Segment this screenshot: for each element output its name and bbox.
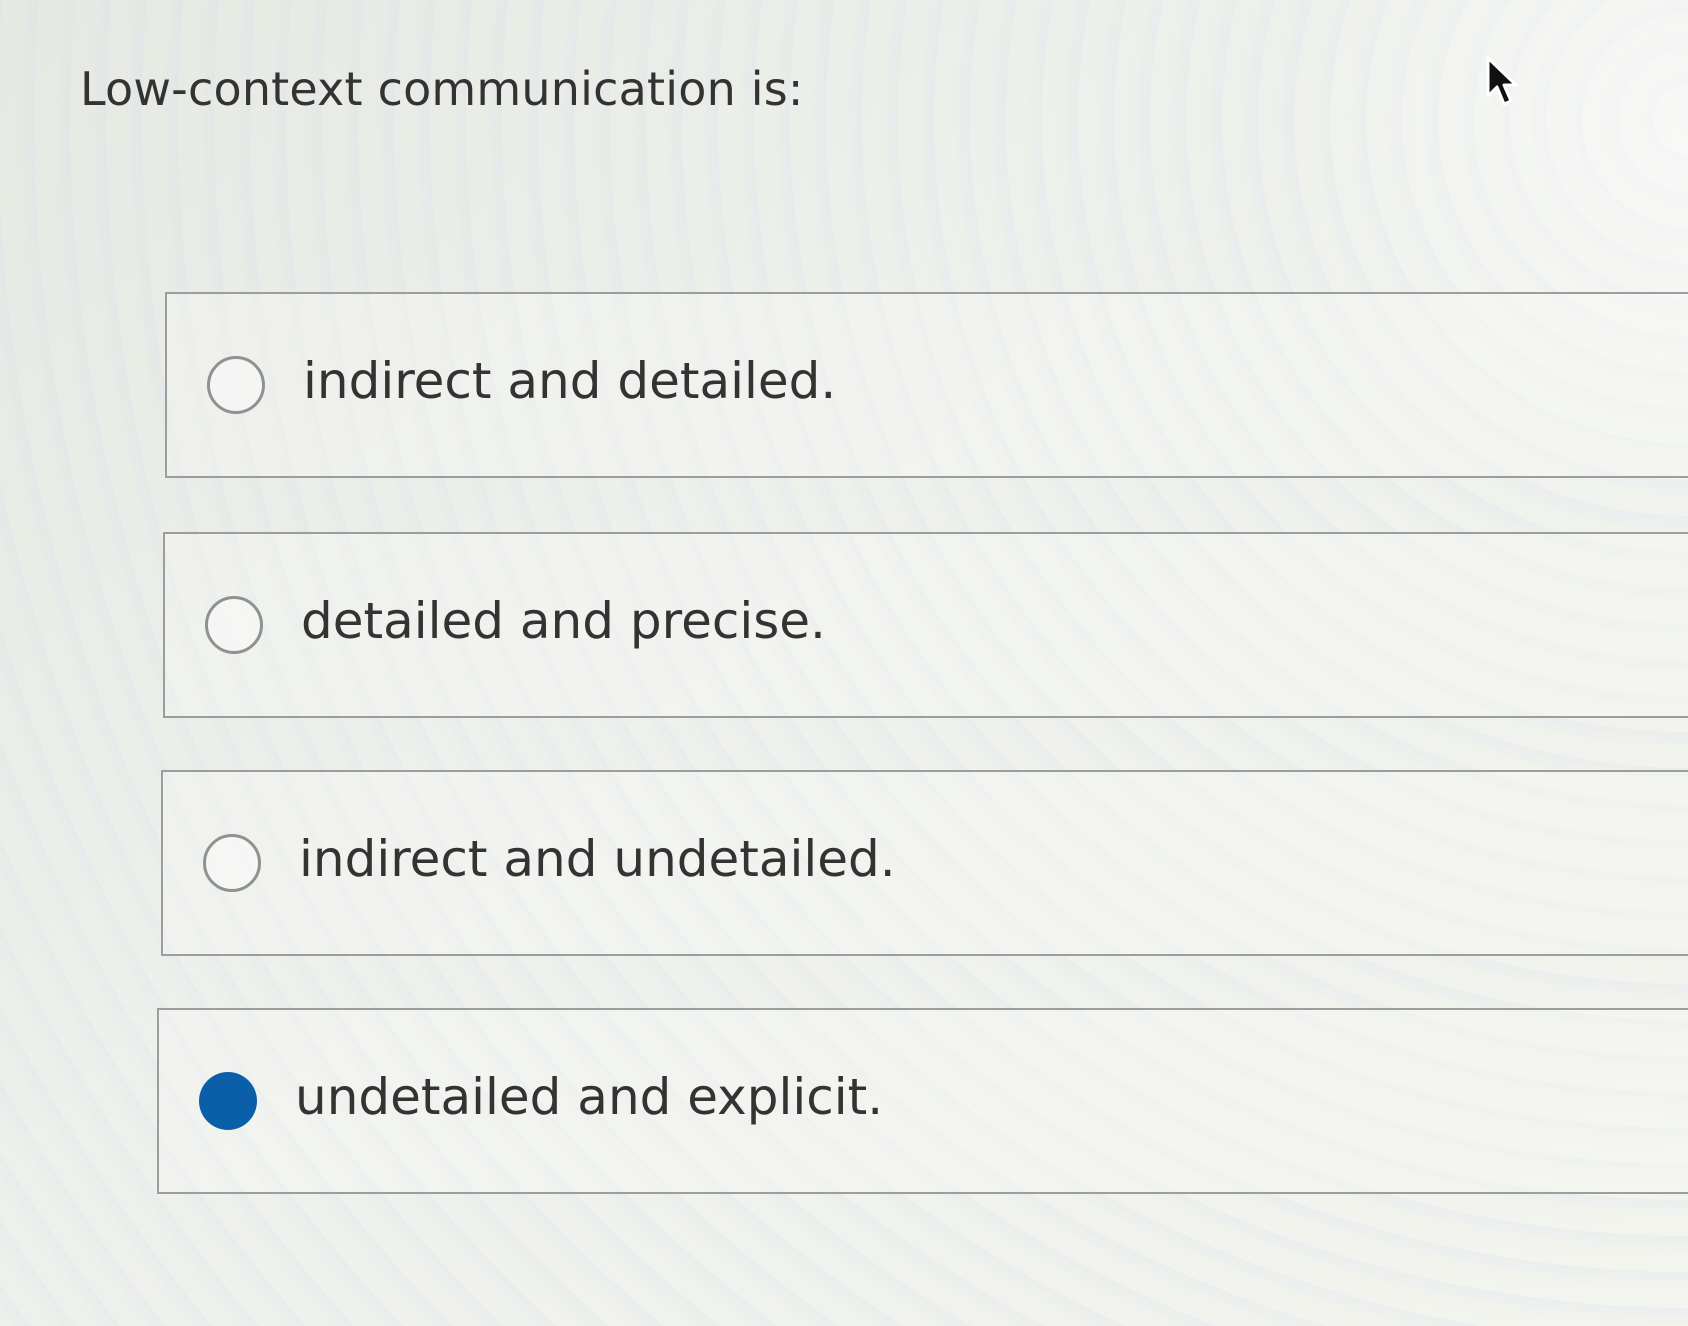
answer-option-label: detailed and precise. (301, 592, 826, 650)
answer-options: indirect and detailed. detailed and prec… (0, 0, 1688, 1326)
answer-option-2[interactable]: detailed and precise. (163, 532, 1688, 718)
answer-option-label: indirect and detailed. (303, 352, 837, 410)
answer-option-3[interactable]: indirect and undetailed. (161, 770, 1688, 956)
arrow-cursor-icon (1486, 56, 1518, 106)
answer-option-4[interactable]: undetailed and explicit. (157, 1008, 1688, 1194)
answer-option-label: indirect and undetailed. (299, 830, 896, 888)
radio-button-icon[interactable] (199, 1072, 257, 1130)
answer-option-label: undetailed and explicit. (295, 1068, 884, 1126)
radio-button-icon[interactable] (203, 834, 261, 892)
radio-button-icon[interactable] (207, 356, 265, 414)
radio-button-icon[interactable] (205, 596, 263, 654)
answer-option-1[interactable]: indirect and detailed. (165, 292, 1688, 478)
